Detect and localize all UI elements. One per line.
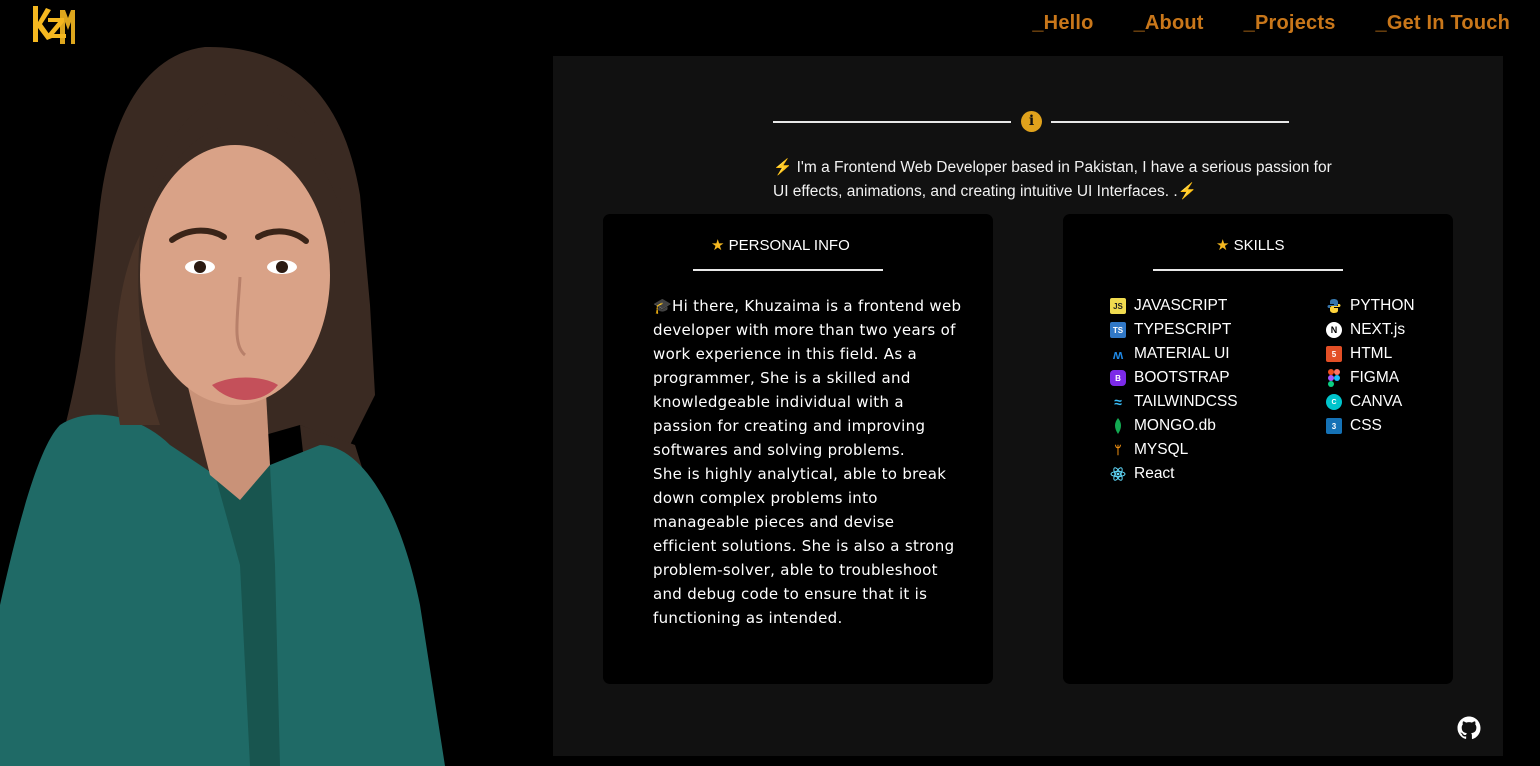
section-divider: i (773, 111, 1289, 133)
kzm-logo-icon[interactable] (30, 4, 76, 46)
skill-item: React (1110, 462, 1238, 486)
skill-item: PYTHON (1326, 294, 1415, 318)
skill-item: ≈ TAILWINDCSS (1110, 390, 1238, 414)
skill-label: MONGO.db (1134, 417, 1216, 434)
skill-item: 5 HTML (1326, 342, 1415, 366)
profile-portrait-image (0, 46, 445, 766)
skill-item: TS TYPESCRIPT (1110, 318, 1238, 342)
about-panel: i ⚡ I'm a Frontend Web Developer based i… (553, 56, 1503, 756)
python-icon (1326, 298, 1342, 314)
skill-label: React (1134, 465, 1175, 482)
skill-label: FIGMA (1350, 369, 1400, 386)
skill-label: PYTHON (1350, 297, 1415, 314)
skill-item: B BOOTSTRAP (1110, 366, 1238, 390)
skill-label: CANVA (1350, 393, 1403, 410)
material-ui-icon: ʍ (1112, 346, 1124, 362)
tailwindcss-icon: ≈ (1114, 394, 1122, 410)
skill-label: HTML (1350, 345, 1393, 362)
info-icon: i (1021, 111, 1042, 132)
nextjs-icon: N (1326, 322, 1342, 338)
personal-info-underline (693, 269, 883, 271)
skill-label: BOOTSTRAP (1134, 369, 1230, 386)
star-icon: ★ (711, 237, 725, 254)
personal-info-title: ★ PERSONAL INFO (711, 236, 850, 254)
star-icon: ★ (1216, 237, 1230, 254)
skill-item: MONGO.db (1110, 414, 1238, 438)
nav-get-in-touch-link[interactable]: _Get In Touch (1376, 12, 1510, 35)
skills-title: ★ SKILLS (1216, 236, 1285, 254)
html5-icon: 5 (1326, 346, 1342, 362)
skill-item: 3 CSS (1326, 414, 1415, 438)
skill-label: CSS (1350, 417, 1382, 434)
react-icon (1110, 466, 1126, 482)
skills-card: ★ SKILLS JS JAVASCRIPT TS TYPESCRIPT ʍ MATE… (1063, 214, 1453, 684)
graduation-cap-icon: 🎓 (653, 297, 672, 315)
skill-item: C CANVA (1326, 390, 1415, 414)
nav-hello-link[interactable]: _Hello (1032, 12, 1093, 35)
personal-info-title-text: PERSONAL INFO (724, 237, 850, 254)
skills-underline (1153, 269, 1343, 271)
css3-icon: 3 (1326, 418, 1342, 434)
skill-label: TYPESCRIPT (1134, 321, 1232, 338)
skill-label: JAVASCRIPT (1134, 297, 1228, 314)
typescript-icon: TS (1110, 322, 1126, 338)
main-nav: _Hello _About _Projects _Get In Touch (1032, 12, 1510, 35)
skills-title-text: SKILLS (1229, 237, 1285, 254)
bio-paragraph-1: Hi there, Khuzaima is a frontend web dev… (653, 297, 962, 459)
mongodb-icon (1110, 418, 1126, 434)
skills-list-column-1: JS JAVASCRIPT TS TYPESCRIPT ʍ MATERIAL UI B… (1110, 294, 1238, 486)
nav-projects-link[interactable]: _Projects (1244, 12, 1336, 35)
bio-paragraph-2: She is highly analytical, able to break … (653, 465, 955, 627)
figma-icon (1326, 369, 1342, 387)
lightning-icon: ⚡ (773, 159, 793, 176)
lightning-icon-end: ⚡ (1177, 183, 1197, 200)
github-icon[interactable] (1457, 716, 1481, 740)
skill-item: ᛘ MYSQL (1110, 438, 1238, 462)
intro-body: I'm a Frontend Web Developer based in Pa… (773, 159, 1332, 200)
skills-list-column-2: PYTHON N NEXT.js 5 HTML FIGMA C CANVA 3 CSS (1326, 294, 1415, 438)
skill-label: TAILWINDCSS (1134, 393, 1238, 410)
skill-item: N NEXT.js (1326, 318, 1415, 342)
skill-label: NEXT.js (1350, 321, 1406, 338)
skill-item: JS JAVASCRIPT (1110, 294, 1238, 318)
intro-text: ⚡ I'm a Frontend Web Developer based in … (773, 156, 1333, 204)
personal-info-card: ★ PERSONAL INFO 🎓Hi there, Khuzaima is a… (603, 214, 993, 684)
nav-about-link[interactable]: _About (1134, 12, 1204, 35)
skill-item: FIGMA (1326, 366, 1415, 390)
skill-item: ʍ MATERIAL UI (1110, 342, 1238, 366)
mysql-icon: ᛘ (1114, 443, 1122, 457)
skill-label: MATERIAL UI (1134, 345, 1230, 362)
canva-icon: C (1326, 394, 1342, 410)
bio-text: 🎓Hi there, Khuzaima is a frontend web de… (653, 294, 963, 630)
bootstrap-icon: B (1110, 370, 1126, 386)
divider-line-left (773, 121, 1011, 123)
javascript-icon: JS (1110, 298, 1126, 314)
divider-line-right (1051, 121, 1289, 123)
skill-label: MYSQL (1134, 441, 1189, 458)
